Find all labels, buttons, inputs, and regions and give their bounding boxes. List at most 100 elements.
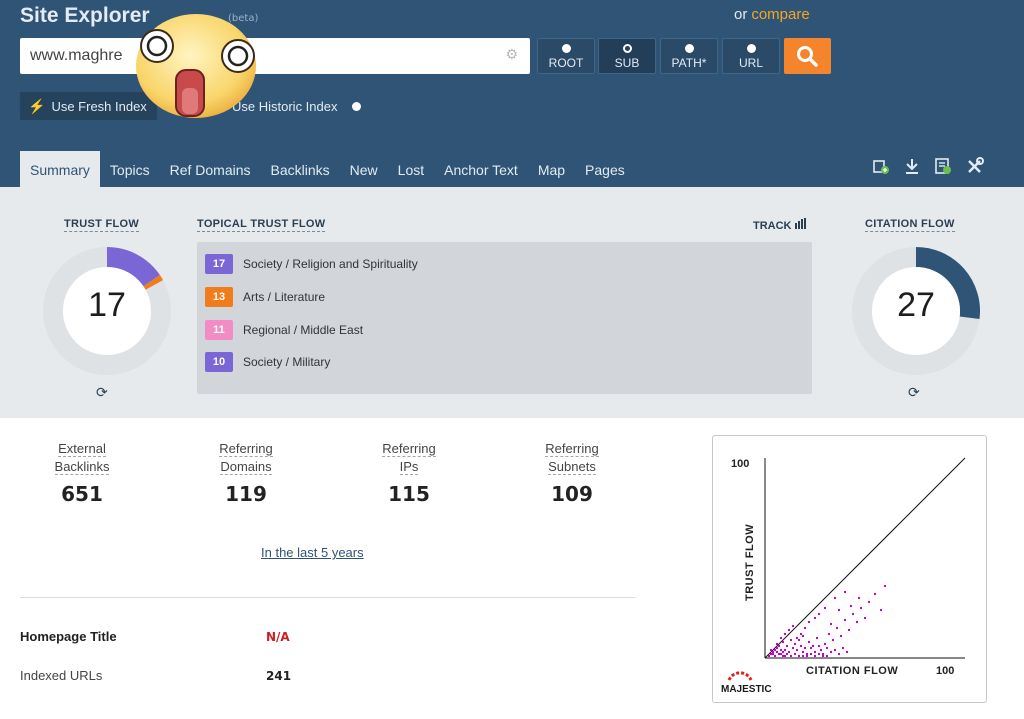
scatter-point — [804, 627, 806, 629]
stat-label[interactable]: Referring Subnets — [512, 440, 632, 476]
scatter-point — [790, 639, 792, 641]
download-icon[interactable] — [904, 157, 920, 175]
toolbar — [872, 157, 984, 175]
lightning-icon: ⚡ — [28, 97, 46, 114]
tab-map[interactable]: Map — [528, 151, 575, 187]
scatter-point — [834, 649, 836, 651]
tab-anchor-text[interactable]: Anchor Text — [434, 151, 528, 187]
scatter-point — [848, 629, 850, 631]
stat-label-line: External — [58, 441, 106, 457]
scope-label: ROOT — [548, 56, 584, 70]
scatter-point — [798, 639, 800, 641]
search-input[interactable]: www.maghre ⚙ — [20, 38, 530, 74]
scatter-point — [842, 647, 844, 649]
scatter-point — [856, 621, 858, 623]
stat-referring-ips: Referring IPs 115 — [349, 440, 469, 506]
scatter-point — [778, 653, 780, 655]
scatter-point — [818, 653, 820, 655]
stat-label[interactable]: Referring IPs — [349, 440, 469, 476]
bar-chart-icon — [794, 218, 806, 229]
search-button[interactable] — [784, 38, 831, 74]
stat-external-backlinks: External Backlinks 651 — [22, 440, 142, 506]
report-icon[interactable] — [934, 157, 952, 175]
scatter-point — [814, 617, 816, 619]
scope-label: PATH* — [671, 56, 707, 70]
compare-link[interactable]: compare — [751, 6, 809, 23]
radio-dot-icon — [561, 44, 571, 53]
stat-label-line: Backlinks — [54, 459, 110, 475]
scatter-point — [774, 655, 776, 657]
track-button[interactable]: TRACK — [753, 218, 807, 232]
stat-referring-domains: Referring Domains 119 — [186, 440, 306, 506]
scope-root-button[interactable]: ROOT — [537, 38, 595, 74]
add-to-bucket-icon[interactable] — [872, 157, 890, 175]
scope-url-button[interactable]: URL — [722, 38, 780, 74]
header: Site Explorer (beta) or compare www.maghr… — [0, 0, 1024, 187]
scatter-point — [782, 655, 784, 657]
scatter-point — [786, 653, 788, 655]
stat-label[interactable]: Referring Domains — [186, 440, 306, 476]
tab-topics[interactable]: Topics — [100, 151, 160, 187]
scatter-point — [784, 655, 786, 657]
scatter-point — [784, 633, 786, 635]
tab-backlinks[interactable]: Backlinks — [261, 151, 340, 187]
historic-radio-icon[interactable] — [352, 102, 361, 111]
scatter-point — [844, 619, 846, 621]
tab-bar: Summary Topics Ref Domains Backlinks New… — [20, 151, 635, 187]
scatter-point — [782, 651, 784, 653]
topic-name: Arts / Literature — [243, 290, 326, 304]
shocked-face-sticker — [136, 14, 256, 118]
search-icon — [797, 46, 818, 67]
citation-flow-label[interactable]: CITATION FLOW — [865, 218, 955, 232]
scatter-point — [794, 643, 796, 645]
gear-icon[interactable]: ⚙ — [505, 47, 518, 63]
scope-path-button[interactable]: PATH* — [660, 38, 718, 74]
stat-label-line: IPs — [399, 459, 419, 475]
scatter-point — [792, 647, 794, 649]
scatter-point — [850, 605, 852, 607]
topic-name: Society / Military — [243, 355, 331, 369]
stat-label[interactable]: External Backlinks — [22, 440, 142, 476]
scatter-point — [810, 653, 812, 655]
stat-label-line: Referring — [382, 441, 436, 457]
period-link[interactable]: In the last 5 years — [261, 545, 364, 560]
topic-row[interactable]: 13 Arts / Literature — [205, 287, 325, 307]
tab-lost[interactable]: Lost — [388, 151, 434, 187]
scatter-point — [780, 653, 782, 655]
topic-row[interactable]: 10 Society / Military — [205, 352, 330, 372]
radio-dot-icon — [746, 44, 756, 53]
flow-metrics-chart: 100 100 CITATION FLOW TRUST FLOW MAJESTI… — [712, 435, 987, 703]
scope-label: SUB — [614, 56, 640, 70]
topical-trust-flow-label[interactable]: TOPICAL TRUST FLOW — [197, 218, 326, 232]
scatter-point — [836, 627, 838, 629]
app-title: Site Explorer — [20, 4, 150, 27]
scatter-point — [838, 653, 840, 655]
history-icon[interactable]: ⟳ — [908, 385, 920, 401]
topic-row[interactable]: 17 Society / Religion and Spirituality — [205, 254, 418, 274]
trust-flow-value: 17 — [88, 286, 126, 324]
scatter-point — [824, 607, 826, 609]
scatter-point — [774, 649, 776, 651]
radio-selected-icon — [622, 44, 632, 53]
scatter-point — [864, 617, 866, 619]
scatter-point — [792, 625, 794, 627]
scatter-point — [832, 639, 834, 641]
tab-new[interactable]: New — [340, 151, 388, 187]
scatter-point — [838, 609, 840, 611]
history-icon[interactable]: ⟳ — [96, 385, 108, 401]
topic-row[interactable]: 11 Regional / Middle East — [205, 320, 363, 340]
tools-icon[interactable] — [966, 157, 984, 175]
scatter-point — [846, 651, 848, 653]
topical-trust-flow-list: 17 Society / Religion and Spirituality 1… — [197, 242, 812, 394]
topic-name: Regional / Middle East — [243, 323, 364, 337]
stat-label-line: Referring — [219, 441, 273, 457]
tab-pages[interactable]: Pages — [575, 151, 635, 187]
scope-sub-button[interactable]: SUB — [598, 38, 656, 74]
reference-diagonal — [764, 457, 966, 659]
trust-flow-label[interactable]: TRUST FLOW — [64, 218, 140, 232]
scope-label: URL — [738, 56, 763, 70]
tab-summary[interactable]: Summary — [20, 151, 100, 187]
stat-label-line: Referring — [545, 441, 599, 457]
tab-ref-domains[interactable]: Ref Domains — [160, 151, 261, 187]
scatter-point — [828, 633, 830, 635]
